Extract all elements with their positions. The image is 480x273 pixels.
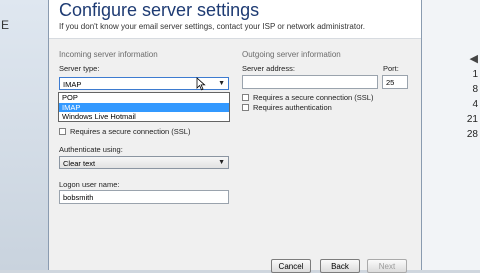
server-type-value: IMAP bbox=[63, 80, 82, 89]
outgoing-ssl-label: Requires a secure connection (SSL) bbox=[253, 93, 374, 102]
dialog-subtitle: If you don't know your email server sett… bbox=[59, 22, 365, 31]
server-type-option[interactable]: POP bbox=[59, 93, 229, 103]
chevron-down-icon: ▼ bbox=[218, 159, 225, 166]
dialog-title: Configure server settings bbox=[59, 0, 260, 20]
background-calendar: ◀ 1 8 4 21 28 bbox=[428, 52, 480, 142]
next-button[interactable]: Next bbox=[367, 259, 407, 273]
authenticate-value: Clear text bbox=[63, 159, 96, 168]
outgoing-section-label: Outgoing server information bbox=[242, 50, 341, 59]
chevron-down-icon: ▼ bbox=[218, 80, 225, 87]
checkbox-box[interactable] bbox=[59, 128, 66, 135]
logon-label: Logon user name: bbox=[59, 180, 120, 189]
checkbox-box[interactable] bbox=[242, 104, 249, 111]
dialog-header: Configure server settings If you don't k… bbox=[49, 0, 421, 39]
server-type-dropdown-list[interactable]: POP IMAP Windows Live Hotmail bbox=[58, 92, 230, 122]
requires-auth-label: Requires authentication bbox=[253, 103, 332, 112]
calendar-day[interactable]: 21 bbox=[428, 112, 480, 127]
port-input[interactable]: 25 bbox=[382, 75, 408, 89]
incoming-ssl-checkbox[interactable]: Requires a secure connection (SSL) bbox=[59, 127, 190, 136]
back-button[interactable]: Back bbox=[320, 259, 360, 273]
cancel-button[interactable]: Cancel bbox=[271, 259, 311, 273]
configure-server-dialog: Configure server settings If you don't k… bbox=[48, 0, 422, 273]
server-type-option-selected[interactable]: IMAP bbox=[59, 102, 229, 112]
incoming-section-label: Incoming server information bbox=[59, 50, 158, 59]
outgoing-ssl-checkbox[interactable]: Requires a secure connection (SSL) bbox=[242, 93, 373, 102]
server-address-label: Server address: bbox=[242, 64, 295, 73]
calendar-day[interactable]: 4 bbox=[428, 97, 480, 112]
server-type-label: Server type: bbox=[59, 64, 100, 73]
calendar-day[interactable]: 8 bbox=[428, 82, 480, 97]
authenticate-select[interactable]: Clear text ▼ bbox=[59, 156, 229, 169]
calendar-arrow-icon[interactable]: ◀ bbox=[428, 52, 480, 67]
server-address-input[interactable] bbox=[242, 75, 378, 89]
port-label: Port: bbox=[383, 64, 399, 73]
logon-input[interactable]: bobsmith bbox=[59, 190, 229, 204]
authenticate-label: Authenticate using: bbox=[59, 145, 123, 154]
requires-auth-checkbox[interactable]: Requires authentication bbox=[242, 103, 332, 112]
checkbox-box[interactable] bbox=[242, 94, 249, 101]
calendar-day[interactable]: 1 bbox=[428, 67, 480, 82]
calendar-day[interactable]: 28 bbox=[428, 127, 480, 142]
background-app-sidebar: E bbox=[0, 0, 50, 270]
incoming-ssl-label: Requires a secure connection (SSL) bbox=[70, 127, 191, 136]
background-app-letter: E bbox=[1, 18, 10, 32]
server-type-option[interactable]: Windows Live Hotmail bbox=[59, 112, 229, 122]
